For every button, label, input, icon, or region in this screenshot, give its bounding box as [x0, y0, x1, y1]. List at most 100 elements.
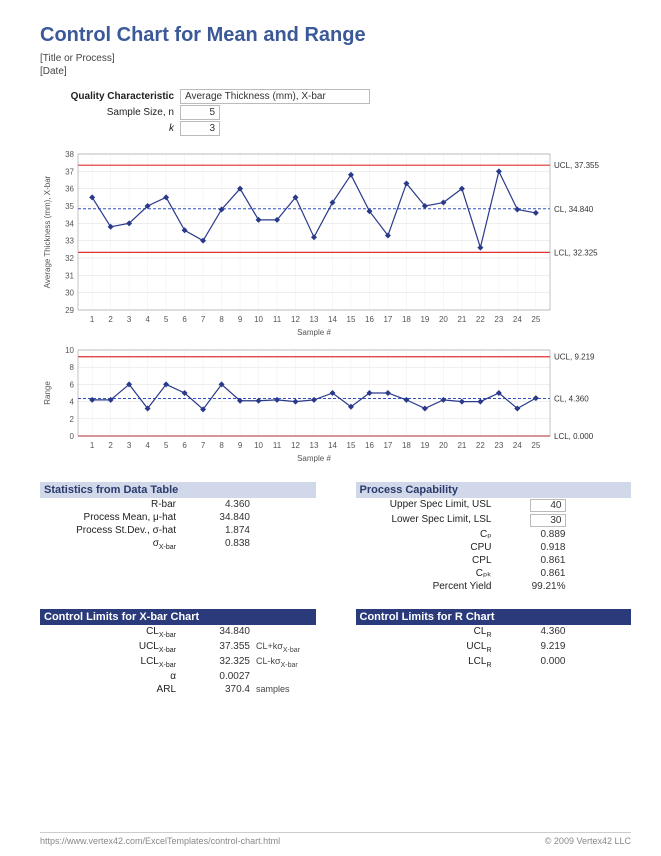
- svg-text:21: 21: [457, 315, 466, 324]
- clr-cl-label: CLR: [356, 626, 506, 639]
- usl-value[interactable]: 40: [506, 499, 566, 512]
- svg-text:15: 15: [347, 315, 356, 324]
- svg-text:25: 25: [531, 315, 540, 324]
- clr-lcl-label: LCLR: [356, 656, 506, 669]
- svg-text:23: 23: [494, 441, 503, 450]
- qc-value[interactable]: Average Thickness (mm), X-bar: [180, 89, 370, 104]
- page-title: Control Chart for Mean and Range: [40, 24, 631, 47]
- svg-text:24: 24: [513, 315, 522, 324]
- cp-value: 0.889: [506, 529, 566, 540]
- sigma-xbar-value: 0.838: [190, 538, 250, 551]
- cpl-label: CPL: [356, 555, 506, 566]
- svg-text:24: 24: [513, 441, 522, 450]
- svg-text:8: 8: [219, 315, 224, 324]
- subtitle-process: [Title or Process]: [40, 53, 631, 64]
- cl-r-header: Control Limits for R Chart: [356, 609, 632, 625]
- svg-text:LCL, 32.325: LCL, 32.325: [554, 248, 598, 257]
- clr-cl-value: 4.360: [506, 626, 566, 639]
- svg-text:CL, 34.840: CL, 34.840: [554, 205, 594, 214]
- lsl-label: Lower Spec Limit, LSL: [356, 514, 506, 527]
- clx-lcl-label: LCLX-bar: [40, 656, 190, 669]
- svg-text:11: 11: [273, 315, 282, 324]
- svg-text:30: 30: [65, 289, 74, 298]
- k-value[interactable]: 3: [180, 121, 220, 136]
- svg-text:2: 2: [108, 441, 113, 450]
- svg-text:34: 34: [65, 219, 74, 228]
- svg-text:20: 20: [439, 315, 448, 324]
- svg-text:35: 35: [65, 202, 74, 211]
- svg-text:13: 13: [310, 315, 319, 324]
- clx-ucl-label: UCLX-bar: [40, 641, 190, 654]
- sigma-xbar-label: σX-bar: [40, 538, 190, 551]
- footer-copyright: © 2009 Vertex42 LLC: [545, 836, 631, 846]
- svg-text:25: 25: [531, 441, 540, 450]
- sample-size-label: Sample Size, n: [40, 107, 180, 118]
- clx-alpha-label: α: [40, 671, 190, 682]
- rbar-value: 4.360: [190, 499, 250, 510]
- clx-ucl-value: 37.355: [190, 641, 250, 654]
- clx-arl-extra: samples: [250, 684, 290, 695]
- svg-text:UCL, 37.355: UCL, 37.355: [554, 161, 599, 170]
- svg-text:16: 16: [365, 315, 374, 324]
- svg-text:17: 17: [383, 441, 392, 450]
- range-chart: 0246810123456789101112131415161718192021…: [40, 344, 631, 464]
- svg-text:15: 15: [347, 441, 356, 450]
- svg-text:19: 19: [420, 441, 429, 450]
- xbar-chart: 2930313233343536373812345678910111213141…: [40, 148, 631, 338]
- svg-text:10: 10: [254, 441, 263, 450]
- svg-text:29: 29: [65, 306, 74, 315]
- svg-text:2: 2: [70, 415, 75, 424]
- qc-label: Quality Characteristic: [40, 91, 180, 102]
- clr-ucl-value: 9.219: [506, 641, 566, 654]
- pc-header: Process Capability: [356, 482, 632, 498]
- rbar-label: R-bar: [40, 499, 190, 510]
- svg-text:Sample #: Sample #: [297, 454, 331, 463]
- svg-text:18: 18: [402, 441, 411, 450]
- svg-text:5: 5: [164, 441, 169, 450]
- svg-text:7: 7: [201, 441, 206, 450]
- svg-text:9: 9: [238, 315, 243, 324]
- svg-text:19: 19: [420, 315, 429, 324]
- svg-text:23: 23: [494, 315, 503, 324]
- svg-text:8: 8: [219, 441, 224, 450]
- svg-text:10: 10: [254, 315, 263, 324]
- svg-text:13: 13: [310, 441, 319, 450]
- clx-cl-label: CLX-bar: [40, 626, 190, 639]
- pmean-value: 34.840: [190, 512, 250, 523]
- psd-label: Process St.Dev., σ-hat: [40, 525, 190, 536]
- svg-text:11: 11: [273, 441, 282, 450]
- svg-text:10: 10: [65, 346, 74, 355]
- svg-text:4: 4: [145, 315, 150, 324]
- sample-size-value[interactable]: 5: [180, 105, 220, 120]
- svg-text:6: 6: [70, 380, 75, 389]
- svg-text:Average Thickness (mm), X-bar: Average Thickness (mm), X-bar: [43, 175, 52, 288]
- svg-text:5: 5: [164, 315, 169, 324]
- svg-text:12: 12: [291, 441, 300, 450]
- svg-text:8: 8: [70, 363, 75, 372]
- clx-lcl-value: 32.325: [190, 656, 250, 669]
- svg-text:3: 3: [127, 441, 132, 450]
- svg-text:14: 14: [328, 315, 337, 324]
- svg-text:0: 0: [70, 432, 75, 441]
- svg-text:18: 18: [402, 315, 411, 324]
- clr-lcl-value: 0.000: [506, 656, 566, 669]
- svg-text:6: 6: [182, 441, 187, 450]
- svg-text:4: 4: [70, 398, 75, 407]
- svg-text:3: 3: [127, 315, 132, 324]
- k-label: k: [40, 123, 180, 134]
- usl-label: Upper Spec Limit, USL: [356, 499, 506, 512]
- cpu-label: CPU: [356, 542, 506, 553]
- svg-text:17: 17: [383, 315, 392, 324]
- clr-ucl-label: UCLR: [356, 641, 506, 654]
- py-value: 99.21%: [506, 581, 566, 592]
- subtitle-date: [Date]: [40, 66, 631, 77]
- pmean-label: Process Mean, μ-hat: [40, 512, 190, 523]
- cpk-value: 0.861: [506, 568, 566, 579]
- cpu-value: 0.918: [506, 542, 566, 553]
- svg-text:CL, 4.360: CL, 4.360: [554, 395, 589, 404]
- cpk-label: Cₚₖ: [356, 568, 506, 579]
- svg-text:Sample #: Sample #: [297, 328, 331, 337]
- lsl-value[interactable]: 30: [506, 514, 566, 527]
- svg-text:32: 32: [65, 254, 74, 263]
- clx-alpha-value: 0.0027: [190, 671, 250, 682]
